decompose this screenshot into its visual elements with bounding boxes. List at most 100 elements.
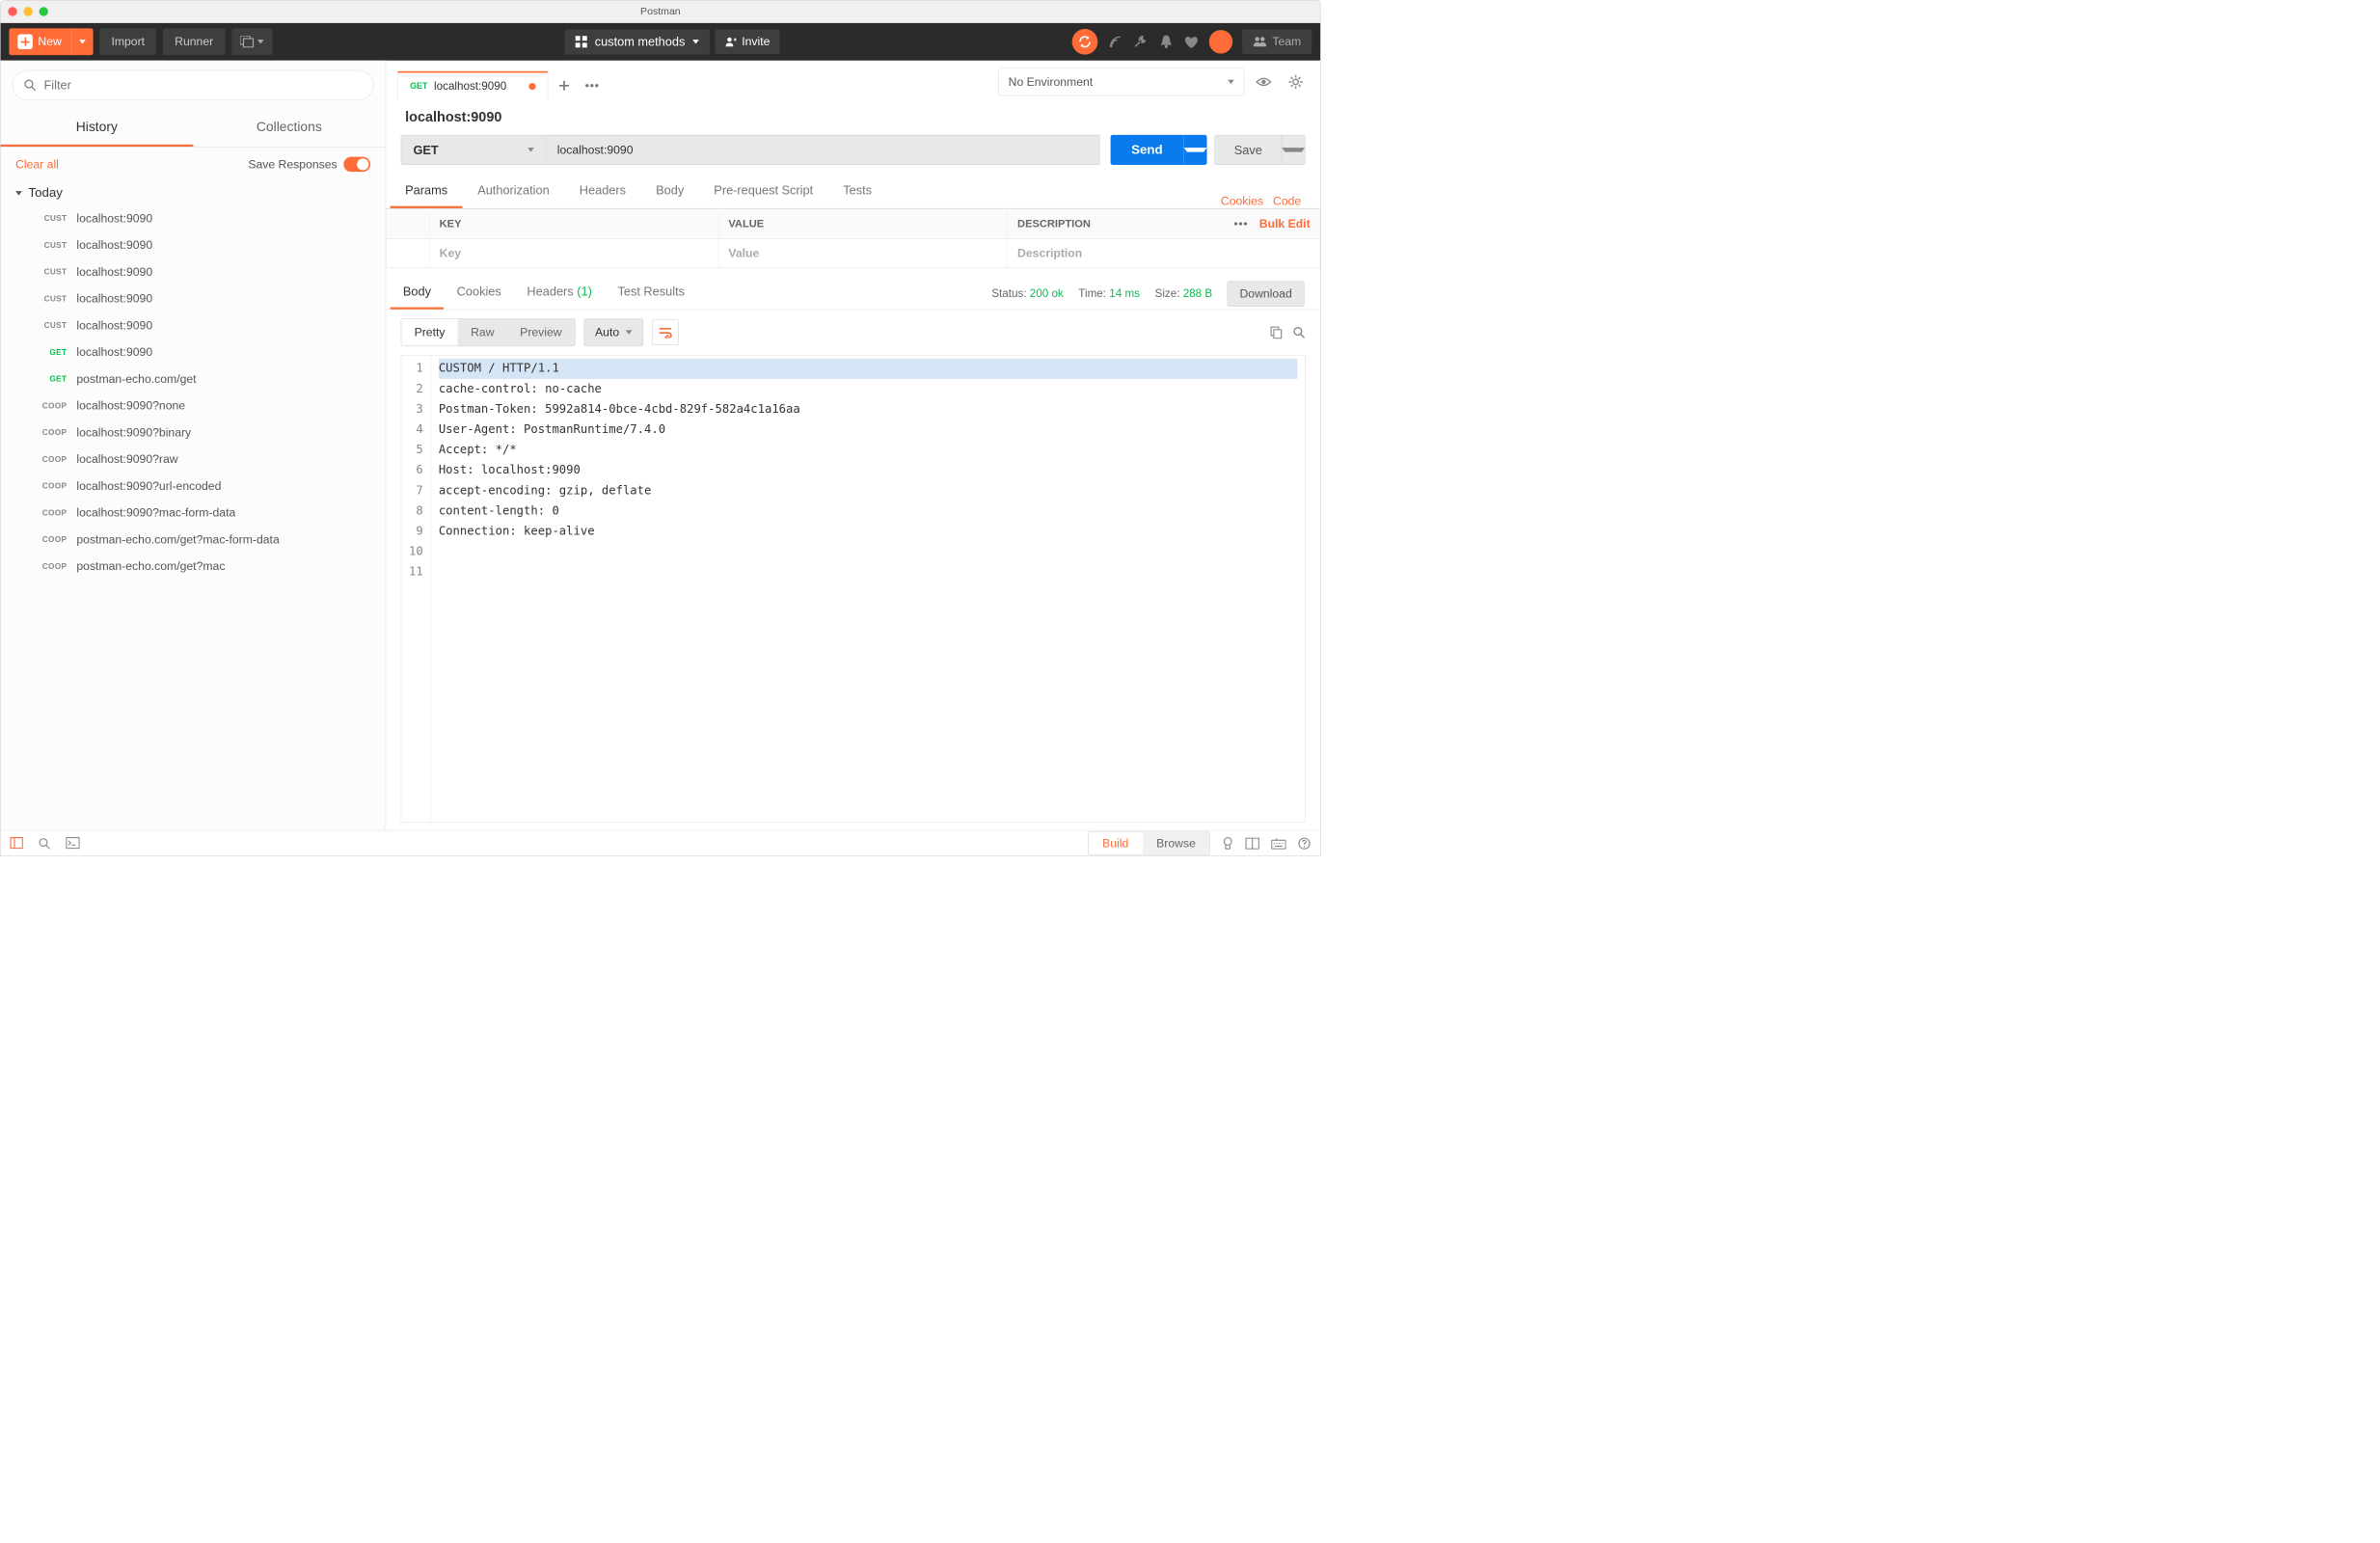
params-value-header: VALUE: [718, 210, 1008, 237]
code-link[interactable]: Code: [1273, 194, 1301, 207]
environment-quicklook-button[interactable]: [1251, 69, 1277, 95]
download-button[interactable]: Download: [1228, 281, 1305, 307]
tab-params[interactable]: Params: [391, 175, 463, 208]
runner-button[interactable]: Runner: [163, 28, 225, 55]
tab-method-badge: GET: [410, 82, 427, 92]
param-value-input[interactable]: Value: [718, 239, 1008, 268]
history-item[interactable]: GETlocalhost:9090: [1, 338, 386, 365]
history-method-badge: COOP: [38, 481, 67, 490]
history-item[interactable]: CUSTlocalhost:9090: [1, 205, 386, 232]
import-button[interactable]: Import: [99, 28, 156, 55]
history-item[interactable]: COOPlocalhost:9090?binary: [1, 420, 386, 447]
history-item[interactable]: COOPlocalhost:9090?mac-form-data: [1, 500, 386, 527]
heart-icon[interactable]: [1183, 35, 1200, 50]
tab-tests[interactable]: Tests: [828, 175, 887, 208]
response-tab-testresults[interactable]: Test Results: [605, 278, 697, 310]
send-button[interactable]: Send: [1111, 135, 1207, 165]
history-method-badge: COOP: [38, 401, 67, 410]
sidebar-toggle-icon[interactable]: [11, 837, 23, 850]
history-item[interactable]: CUSTlocalhost:9090: [1, 258, 386, 285]
notifications-icon[interactable]: [1159, 34, 1175, 50]
new-tab-button[interactable]: [553, 74, 576, 97]
save-button[interactable]: Save: [1214, 135, 1305, 165]
history-method-badge: COOP: [38, 561, 67, 570]
history-item[interactable]: COOPlocalhost:9090?raw: [1, 446, 386, 473]
team-button[interactable]: Team: [1242, 30, 1312, 55]
new-window-button[interactable]: [231, 28, 272, 55]
chevron-down-icon: [15, 191, 22, 195]
send-dropdown[interactable]: [1183, 135, 1206, 165]
find-icon[interactable]: [38, 837, 50, 850]
new-dropdown[interactable]: [71, 28, 94, 55]
bootcamp-icon[interactable]: [1222, 836, 1233, 852]
two-pane-icon[interactable]: [1245, 837, 1258, 849]
sidebar-tab-history[interactable]: History: [1, 110, 194, 147]
history-item[interactable]: COOPpostman-echo.com/get?mac: [1, 553, 386, 580]
tab-options-button[interactable]: [581, 74, 604, 97]
window-close-button[interactable]: [8, 7, 16, 15]
response-tab-body[interactable]: Body: [391, 278, 445, 310]
history-item[interactable]: CUSTlocalhost:9090: [1, 285, 386, 312]
param-key-input[interactable]: Key: [429, 239, 718, 268]
history-item[interactable]: CUSTlocalhost:9090: [1, 231, 386, 258]
filter-input[interactable]: [44, 78, 363, 93]
history-item[interactable]: COOPlocalhost:9090?none: [1, 393, 386, 420]
request-name[interactable]: localhost:9090: [386, 103, 1320, 135]
settings-button[interactable]: [1283, 69, 1309, 95]
titlebar: Postman: [1, 1, 1321, 23]
console-icon[interactable]: [66, 837, 79, 850]
sidebar-tab-collections[interactable]: Collections: [193, 110, 386, 147]
environment-selector[interactable]: No Environment: [998, 68, 1244, 95]
view-pretty[interactable]: Pretty: [401, 319, 458, 346]
save-dropdown[interactable]: [1282, 135, 1305, 164]
tab-body[interactable]: Body: [641, 175, 699, 208]
workspace-selector[interactable]: custom methods: [565, 29, 710, 54]
save-responses-toggle[interactable]: [343, 157, 370, 173]
environment-label: No Environment: [1009, 75, 1094, 89]
content-area: GET localhost:9090 No Environment: [386, 61, 1320, 830]
request-tab[interactable]: GET localhost:9090: [397, 71, 548, 101]
response-tab-headers[interactable]: Headers (1): [514, 278, 605, 310]
copy-icon[interactable]: [1270, 326, 1283, 338]
history-item[interactable]: CUSTlocalhost:9090: [1, 312, 386, 339]
wrap-toggle[interactable]: [652, 319, 679, 345]
invite-button[interactable]: Invite: [715, 30, 779, 55]
user-avatar[interactable]: [1209, 30, 1232, 53]
cookies-link[interactable]: Cookies: [1221, 194, 1263, 207]
body-format-selector[interactable]: Auto: [583, 318, 643, 346]
search-response-icon[interactable]: [1292, 326, 1305, 338]
help-icon[interactable]: [1298, 837, 1311, 850]
filter-box[interactable]: [13, 70, 374, 100]
view-preview[interactable]: Preview: [507, 319, 575, 346]
tab-headers[interactable]: Headers: [564, 175, 640, 208]
wrap-icon: [659, 327, 672, 338]
keyboard-shortcuts-icon[interactable]: [1271, 837, 1286, 849]
method-selector[interactable]: GET: [401, 135, 547, 165]
tab-prerequest[interactable]: Pre-request Script: [699, 175, 828, 208]
ellipsis-icon[interactable]: [1233, 222, 1247, 226]
response-tab-cookies[interactable]: Cookies: [444, 278, 514, 310]
history-url: localhost:9090: [76, 345, 152, 359]
window-maximize-button[interactable]: [40, 7, 48, 15]
history-group-label: Today: [28, 186, 63, 202]
wrench-icon[interactable]: [1133, 34, 1149, 50]
new-button[interactable]: New: [9, 28, 93, 55]
history-item[interactable]: GETpostman-echo.com/get: [1, 365, 386, 393]
view-raw[interactable]: Raw: [458, 319, 507, 346]
bulk-edit-link[interactable]: Bulk Edit: [1259, 217, 1311, 230]
history-item[interactable]: COOPpostman-echo.com/get?mac-form-data: [1, 527, 386, 554]
mode-browse[interactable]: Browse: [1143, 832, 1210, 854]
param-desc-input[interactable]: Description: [1008, 239, 1320, 268]
mode-build[interactable]: Build: [1089, 832, 1143, 854]
history-method-badge: GET: [38, 374, 67, 383]
clear-all-link[interactable]: Clear all: [15, 157, 59, 171]
tab-authorization[interactable]: Authorization: [463, 175, 565, 208]
body-view-toggle: Pretty Raw Preview: [401, 318, 576, 346]
sync-button[interactable]: [1072, 29, 1098, 55]
response-body[interactable]: 1234567891011 CUSTOM / HTTP/1.1cache-con…: [401, 355, 1306, 823]
history-item[interactable]: COOPlocalhost:9090?url-encoded: [1, 473, 386, 500]
history-group-header[interactable]: Today: [1, 181, 386, 204]
url-input[interactable]: localhost:9090: [547, 135, 1100, 165]
satellite-icon[interactable]: [1107, 34, 1123, 50]
window-minimize-button[interactable]: [23, 7, 32, 15]
